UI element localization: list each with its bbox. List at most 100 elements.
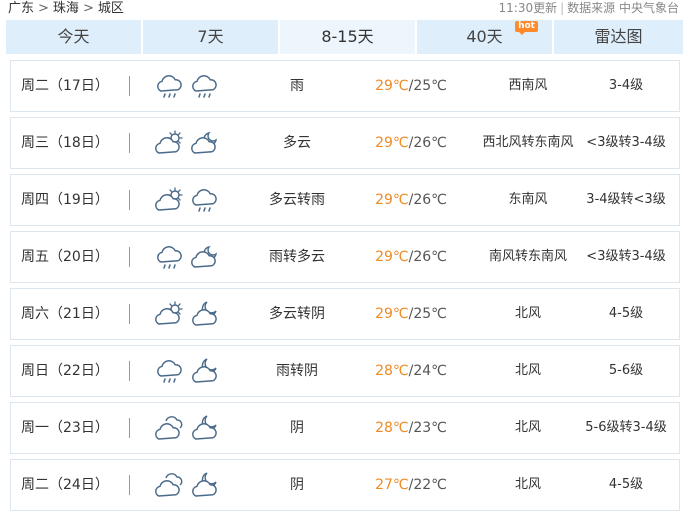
breadcrumb-district: 城区 xyxy=(97,1,124,16)
forecast-row: 周二（17日） 雨 29℃/25℃ 西南风 3-4级 xyxy=(10,60,680,112)
high-temp: 29℃ xyxy=(375,306,409,322)
breadcrumb-separator: > xyxy=(38,1,49,16)
tab-40-days[interactable]: 40天 hot xyxy=(417,20,552,54)
tab-label: 40天 xyxy=(466,27,503,46)
tab-label: 7天 xyxy=(197,27,224,46)
wind-level: 5-6级 xyxy=(608,363,644,378)
breadcrumb-province[interactable]: 广东 xyxy=(8,1,34,16)
weather-icons xyxy=(154,232,232,282)
rain-icon xyxy=(189,185,221,215)
forecast-row: 周二（24日） 阴 27℃/22℃ 北风 4-5级 xyxy=(10,459,680,511)
forecast-row: 周一（23日） 阴 28℃/23℃ 北风 5-6级转3-4级 xyxy=(10,402,680,454)
low-temp: 25℃ xyxy=(413,306,447,322)
temperature: 29℃/26℃ xyxy=(375,135,447,151)
temperature: 27℃/22℃ xyxy=(375,477,447,493)
divider xyxy=(129,361,130,381)
weather-icons xyxy=(154,289,232,339)
high-temp: 27℃ xyxy=(375,477,409,493)
wind-direction: 北风 xyxy=(514,306,541,321)
day-date: 周日（22日） xyxy=(21,363,109,379)
weather-desc: 雨转多云 xyxy=(269,249,325,265)
hot-badge: hot xyxy=(515,21,538,35)
wind-direction: 东南风 xyxy=(508,192,548,207)
forecast-tabs: 今天 7天 8-15天 40天 hot 雷达图 xyxy=(6,20,685,54)
day-date: 周四（19日） xyxy=(21,192,109,208)
wind-level: 4-5级 xyxy=(608,306,644,321)
wind-level: 5-6级转3-4级 xyxy=(585,420,667,435)
divider xyxy=(129,247,130,267)
top-bar: 广东 > 珠海 > 城区 11:30更新 | 数据来源 中央气象台 xyxy=(0,0,685,18)
divider xyxy=(129,475,130,495)
overcast-night-icon xyxy=(189,299,221,329)
forecast-list: 周二（17日） 雨 29℃/25℃ 西南风 3-4级 周三（18日） 多云 29… xyxy=(10,60,680,516)
partly-cloudy-icon xyxy=(154,185,186,215)
tab-label: 今天 xyxy=(57,27,90,46)
forecast-row: 周三（18日） 多云 29℃/26℃ 西北风转东南风 <3级转3-4级 xyxy=(10,117,680,169)
temperature: 28℃/24℃ xyxy=(375,363,447,379)
wind-direction: 北风 xyxy=(514,363,541,378)
cloudy-night-icon xyxy=(189,242,221,272)
tab-label: 雷达图 xyxy=(594,27,643,46)
tab-label: 8-15天 xyxy=(321,27,374,46)
day-date: 周二（24日） xyxy=(21,477,109,493)
weather-desc: 阴 xyxy=(290,477,304,493)
wind-level: 3-4级 xyxy=(608,78,644,93)
weather-icons xyxy=(154,403,232,453)
weather-desc: 雨转阴 xyxy=(276,363,318,379)
forecast-row: 周四（19日） 多云转雨 29℃/26℃ 东南风 3-4级转<3级 xyxy=(10,174,680,226)
temperature: 29℃/25℃ xyxy=(375,78,447,94)
forecast-row: 周五（20日） 雨转多云 29℃/26℃ 南风转东南风 <3级转3-4级 xyxy=(10,231,680,283)
breadcrumb-city[interactable]: 珠海 xyxy=(53,1,79,16)
overcast-icon xyxy=(154,470,186,500)
wind-direction: 西北风转东南风 xyxy=(482,135,574,150)
cloudy-night-icon xyxy=(189,128,221,158)
data-source: 数据来源 中央气象台 xyxy=(567,1,679,15)
wind-level: 4-5级 xyxy=(608,477,644,492)
forecast-row: 周日（22日） 雨转阴 28℃/24℃ 北风 5-6级 xyxy=(10,345,680,397)
overcast-night-icon xyxy=(189,470,221,500)
weather-icons xyxy=(154,460,232,510)
low-temp: 22℃ xyxy=(413,477,447,493)
high-temp: 29℃ xyxy=(375,192,409,208)
day-date: 周六（21日） xyxy=(21,306,109,322)
forecast-row: 周六（21日） 多云转阴 29℃/25℃ 北风 4-5级 xyxy=(10,288,680,340)
wind-level: <3级转3-4级 xyxy=(586,249,666,264)
low-temp: 26℃ xyxy=(413,249,447,265)
temperature: 29℃/26℃ xyxy=(375,192,447,208)
tab-today[interactable]: 今天 xyxy=(6,20,141,54)
tab-radar[interactable]: 雷达图 xyxy=(554,20,683,54)
partly-cloudy-icon xyxy=(154,128,186,158)
weather-desc: 多云 xyxy=(283,135,311,151)
divider xyxy=(129,133,130,153)
high-temp: 28℃ xyxy=(375,363,409,379)
rain-icon xyxy=(154,71,186,101)
partly-cloudy-icon xyxy=(154,299,186,329)
wind-level: 3-4级转<3级 xyxy=(586,192,666,207)
weather-desc: 阴 xyxy=(290,420,304,436)
update-time: 11:30更新 xyxy=(498,1,558,15)
tab-7-days[interactable]: 7天 xyxy=(143,20,278,54)
weather-icons xyxy=(154,61,232,111)
high-temp: 29℃ xyxy=(375,249,409,265)
divider xyxy=(129,76,130,96)
wind-direction: 北风 xyxy=(514,477,541,492)
overcast-icon xyxy=(154,413,186,443)
weather-desc: 多云转雨 xyxy=(269,192,325,208)
high-temp: 29℃ xyxy=(375,78,409,94)
low-temp: 23℃ xyxy=(413,420,447,436)
temperature: 29℃/25℃ xyxy=(375,306,447,322)
day-date: 周五（20日） xyxy=(21,249,109,265)
divider xyxy=(129,190,130,210)
day-date: 周二（17日） xyxy=(21,78,109,94)
low-temp: 26℃ xyxy=(413,135,447,151)
overcast-night-icon xyxy=(189,413,221,443)
low-temp: 25℃ xyxy=(413,78,447,94)
rain-icon xyxy=(154,242,186,272)
tab-8-15-days[interactable]: 8-15天 xyxy=(280,20,415,54)
high-temp: 29℃ xyxy=(375,135,409,151)
wind-level: <3级转3-4级 xyxy=(586,135,666,150)
divider xyxy=(129,418,130,438)
day-date: 周一（23日） xyxy=(21,420,109,436)
overcast-night-icon xyxy=(189,356,221,386)
update-meta: 11:30更新 | 数据来源 中央气象台 xyxy=(499,0,679,17)
